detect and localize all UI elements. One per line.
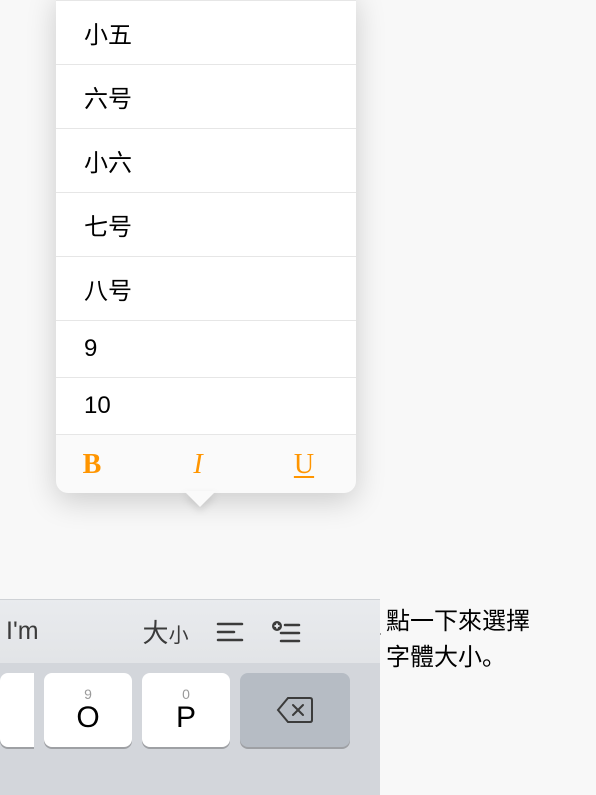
font-size-popover: 小五 六号 小六 七号 八号 9 10 B I U xyxy=(56,0,356,493)
size-option[interactable]: 七号 xyxy=(56,193,356,257)
size-option[interactable]: 10 xyxy=(56,378,356,435)
key-p[interactable]: 0 P xyxy=(142,673,230,747)
key-o[interactable]: 9 O xyxy=(44,673,132,747)
callout-line2: 字體大小。 xyxy=(386,640,586,676)
size-option[interactable]: 小五 xyxy=(56,1,356,65)
size-option[interactable]: 小六 xyxy=(56,129,356,193)
key-sublabel: 0 xyxy=(182,687,190,701)
underline-button[interactable]: U xyxy=(280,449,328,481)
font-size-list: 小五 六号 小六 七号 八号 9 10 xyxy=(56,0,356,435)
key-mainlabel: O xyxy=(76,703,99,733)
size-option[interactable]: 六号 xyxy=(56,65,356,129)
font-size-button[interactable]: 大小 xyxy=(143,613,189,650)
callout-line1: 點一下來選擇 xyxy=(386,604,586,640)
italic-button[interactable]: I xyxy=(174,449,222,481)
key-partial-left[interactable] xyxy=(0,673,34,747)
text-style-row: B I U xyxy=(56,435,356,485)
align-icon[interactable] xyxy=(215,617,245,647)
key-sublabel: 9 xyxy=(84,687,92,701)
size-label-small: 小 xyxy=(169,625,189,647)
size-label-big: 大 xyxy=(143,618,169,648)
key-backspace[interactable] xyxy=(240,673,350,747)
size-option[interactable]: 9 xyxy=(56,321,356,378)
callout-annotation: 點一下來選擇 字體大小。 xyxy=(386,604,586,676)
popover-tail xyxy=(184,491,216,507)
backspace-icon xyxy=(276,696,314,724)
onscreen-keyboard: 9 O 0 P xyxy=(0,663,380,795)
predictive-suggestion[interactable]: I'm xyxy=(6,617,39,646)
key-mainlabel: P xyxy=(176,703,196,733)
list-insert-icon[interactable] xyxy=(271,617,301,647)
keyboard-shortcut-bar: I'm 大小 xyxy=(0,599,380,663)
bold-button[interactable]: B xyxy=(68,449,116,481)
size-option[interactable]: 八号 xyxy=(56,257,356,321)
